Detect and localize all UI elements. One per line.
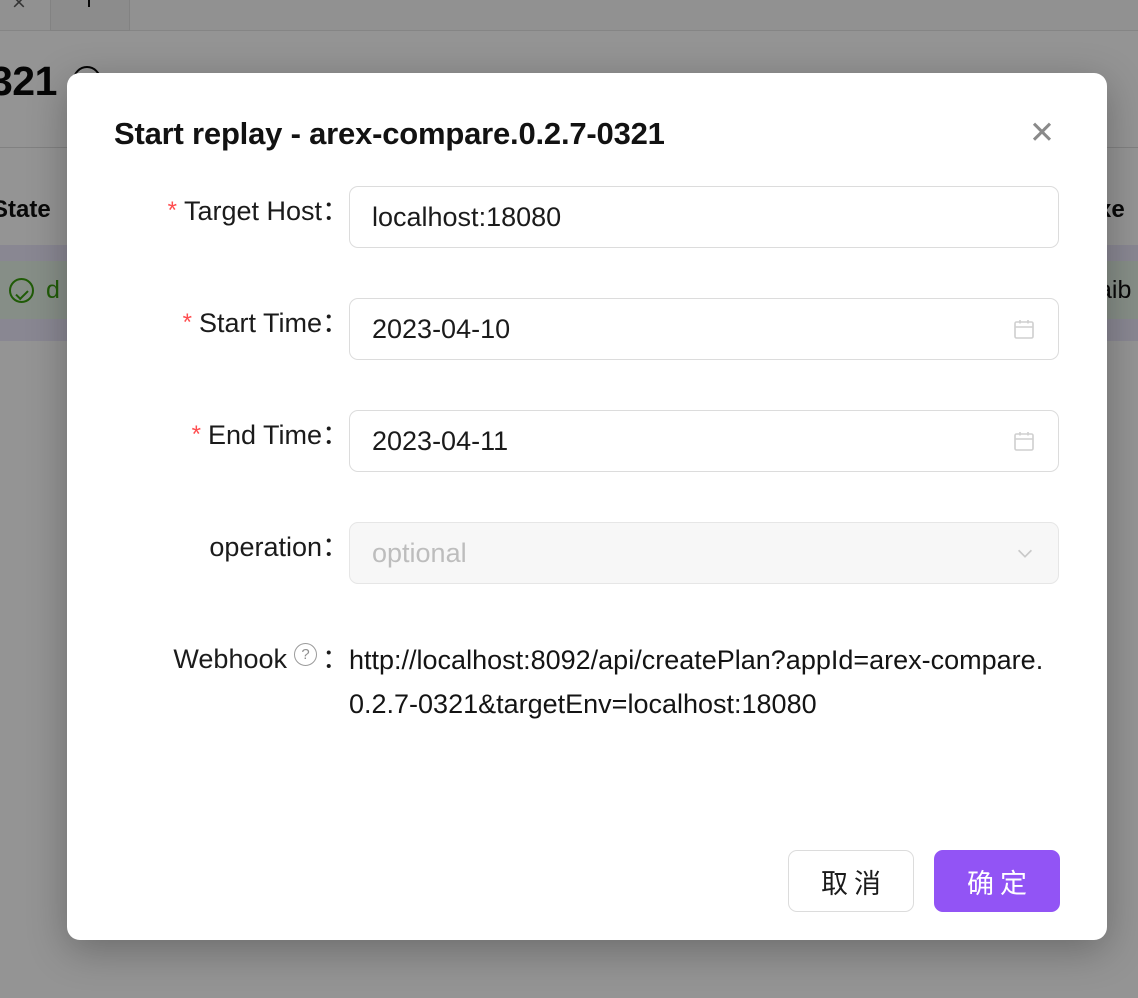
end-time-date-picker[interactable]: 2023-04-11 bbox=[349, 410, 1059, 472]
label-colon: ： bbox=[322, 532, 349, 562]
calendar-icon[interactable] bbox=[1012, 429, 1036, 453]
confirm-button[interactable]: 确定 bbox=[934, 850, 1060, 912]
form-row-end-time: * End Time ： 2023-04-11 bbox=[67, 402, 1107, 514]
operation-select[interactable]: optional bbox=[349, 522, 1059, 584]
field-label-end-time: * End Time ： bbox=[67, 402, 349, 454]
field-label-operation: operation ： bbox=[67, 514, 349, 566]
label-colon: ： bbox=[322, 420, 349, 450]
calendar-icon[interactable] bbox=[1012, 317, 1036, 341]
question-circle-icon[interactable]: ? bbox=[294, 643, 317, 666]
label-text: operation bbox=[209, 532, 322, 562]
start-time-value: 2023-04-10 bbox=[372, 313, 511, 344]
field-label-webhook: Webhook ? ： bbox=[67, 626, 349, 678]
label-colon: ： bbox=[322, 196, 349, 226]
label-text: Target Host bbox=[183, 196, 322, 226]
label-colon: ： bbox=[322, 644, 349, 674]
dialog-footer: 取消 确定 bbox=[67, 822, 1107, 940]
field-control-start-time: 2023-04-10 bbox=[349, 298, 1059, 360]
form-row-webhook: Webhook ? ： http://localhost:8092/api/cr… bbox=[67, 626, 1107, 738]
target-host-value: localhost:18080 bbox=[372, 201, 562, 232]
form-row-start-time: * Start Time ： 2023-04-10 bbox=[67, 290, 1107, 402]
dialog-title: Start replay - arex-compare.0.2.7-0321 bbox=[114, 116, 665, 151]
start-time-date-picker[interactable]: 2023-04-10 bbox=[349, 298, 1059, 360]
label-text: Webhook bbox=[173, 644, 287, 674]
form-row-target-host: * Target Host ： localhost:18080 bbox=[67, 178, 1107, 290]
label-text: End Time bbox=[207, 420, 322, 450]
required-asterisk-icon: * bbox=[182, 309, 192, 336]
field-control-end-time: 2023-04-11 bbox=[349, 410, 1059, 472]
label-colon: ： bbox=[322, 308, 349, 338]
operation-placeholder: optional bbox=[372, 537, 467, 568]
field-label-target-host: * Target Host ： bbox=[67, 178, 349, 230]
field-control-operation: optional bbox=[349, 522, 1059, 584]
required-asterisk-icon: * bbox=[191, 421, 201, 448]
required-asterisk-icon: * bbox=[167, 197, 177, 224]
cancel-button[interactable]: 取消 bbox=[788, 850, 914, 912]
webhook-url-value: http://localhost:8092/api/createPlan?app… bbox=[349, 645, 1044, 719]
close-icon[interactable]: ✕ bbox=[1022, 113, 1062, 153]
replay-form: * Target Host ： localhost:18080 * Start … bbox=[67, 178, 1107, 738]
field-control-target-host: localhost:18080 bbox=[349, 186, 1059, 248]
form-row-operation: operation ： optional bbox=[67, 514, 1107, 626]
field-label-start-time: * Start Time ： bbox=[67, 290, 349, 342]
start-replay-dialog: Start replay - arex-compare.0.2.7-0321 ✕… bbox=[67, 73, 1107, 940]
target-host-input[interactable]: localhost:18080 bbox=[349, 186, 1059, 248]
chevron-down-icon[interactable] bbox=[1014, 542, 1036, 564]
end-time-value: 2023-04-11 bbox=[372, 425, 509, 456]
label-text: Start Time bbox=[198, 308, 322, 338]
